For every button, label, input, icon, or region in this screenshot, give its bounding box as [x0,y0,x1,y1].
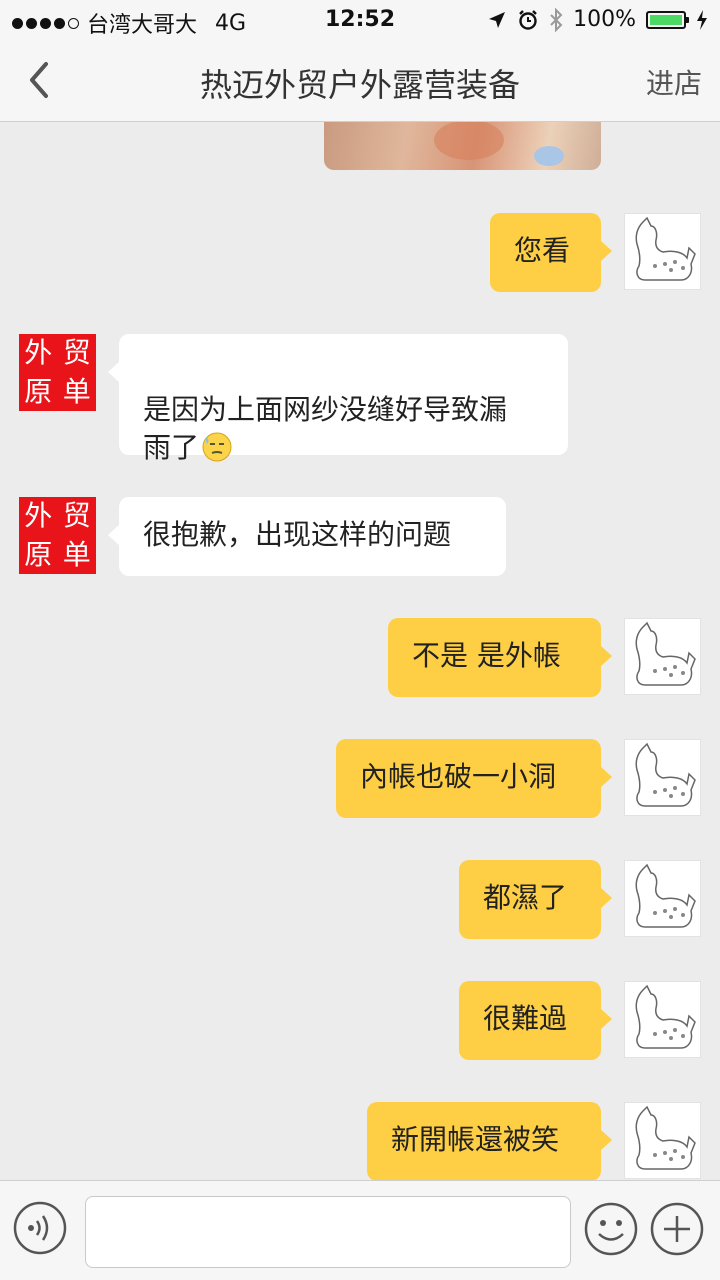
avatar-char: 原 [24,374,53,408]
status-right: 100% [487,7,708,32]
horse-toy-icon [635,984,696,1049]
outgoing-message[interactable]: 不是 是外帳 [388,618,612,697]
user-avatar[interactable] [624,1102,701,1179]
status-bar: 台湾大哥大 4G 12:52 100% [0,0,720,40]
message-text: 不是 是外帳 [412,639,561,672]
sweat-smile-emoji-icon [202,432,232,462]
outgoing-message[interactable]: 都濕了 [459,860,612,939]
horse-toy-icon [635,863,696,928]
message-text: 是因为上面网纱没缝好导致漏 雨了 [143,393,508,464]
enter-shop-button[interactable]: 进店 [646,62,702,102]
merchant-avatar[interactable]: 外 贸 原 单 [19,497,96,574]
alarm-icon [519,9,537,30]
user-avatar[interactable] [624,860,701,937]
nav-bar: 热迈外贸户外露营装备 进店 [0,40,720,122]
page-title: 热迈外贸户外露营装备 [199,66,520,104]
outgoing-message[interactable]: 新開帳還被笑 [367,1102,612,1180]
battery-icon [646,10,689,29]
plus-icon[interactable] [649,1201,705,1257]
battery-percent: 100% [573,7,636,32]
horse-toy-icon [635,742,696,807]
outgoing-message[interactable]: 內帳也破一小洞 [336,739,612,818]
outgoing-message[interactable]: 您看 [490,213,612,292]
avatar-char: 单 [62,374,91,408]
message-text: 您看 [514,234,571,267]
message-text: 很抱歉，出现这样的问题 [143,518,452,551]
avatar-char: 贸 [62,499,91,533]
avatar-char: 外 [24,499,53,533]
incoming-message[interactable]: 很抱歉，出现这样的问题 [108,497,506,576]
emoji-icon[interactable] [583,1201,639,1257]
horse-toy-icon [635,216,696,281]
bluetooth-icon [550,7,563,32]
message-text: 內帳也破一小洞 [360,760,557,793]
charging-icon [697,9,707,30]
avatar-char: 贸 [62,336,91,370]
message-text: 新開帳還被笑 [391,1123,560,1156]
outgoing-message[interactable]: 很難過 [459,981,612,1060]
user-avatar[interactable] [624,739,701,816]
user-avatar[interactable] [624,618,701,695]
message-text: 都濕了 [483,881,568,914]
horse-toy-icon [635,1105,696,1170]
voice-icon[interactable] [13,1201,67,1255]
avatar-char: 外 [24,336,53,370]
message-text: 很難過 [483,1002,568,1035]
user-avatar[interactable] [624,213,701,290]
input-bar [0,1180,720,1280]
avatar-char: 单 [62,537,91,571]
location-arrow-icon [489,11,506,28]
merchant-avatar[interactable]: 外 贸 原 单 [19,334,96,411]
chat-area[interactable]: 您看 外 贸 原 单 是因为上面网纱没缝好导致漏 雨了 外 贸 原 单 很抱歉，… [0,122,720,1180]
user-avatar[interactable] [624,981,701,1058]
message-input[interactable] [85,1196,571,1268]
incoming-message[interactable]: 是因为上面网纱没缝好导致漏 雨了 [108,334,568,464]
horse-toy-icon [635,621,696,686]
avatar-char: 原 [24,537,53,571]
photo-message[interactable] [324,122,601,170]
